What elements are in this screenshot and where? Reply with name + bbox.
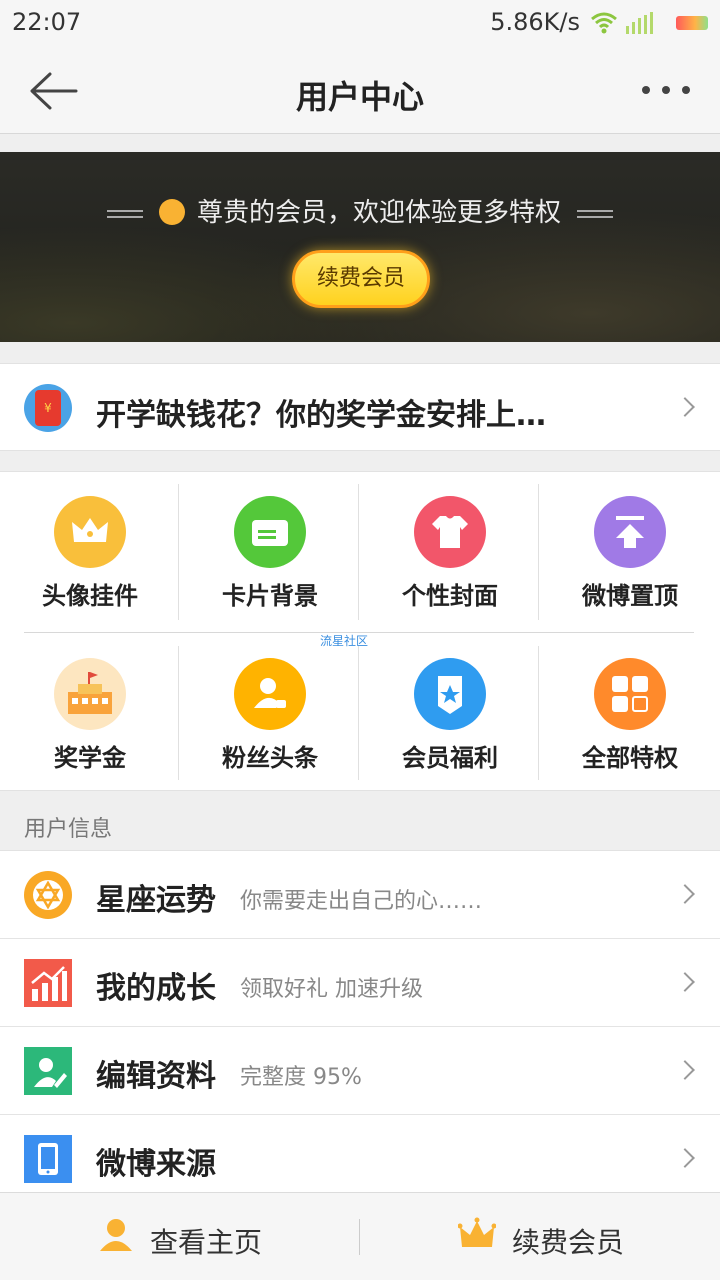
grid-divider [178,646,179,780]
list-item-title: 编辑资料 [96,1059,216,1094]
renew-vip-button[interactable]: 续费会员 [292,250,430,308]
chevron-right-icon [675,1148,695,1168]
grid-item-label: 奖学金 [54,744,126,772]
card-icon [234,496,306,568]
star-of-david-icon [24,871,72,919]
grid-item-all-privileges[interactable]: 全部特权 [540,634,720,784]
grid-item-label: 会员福利 [402,744,498,772]
watermark-text: 流星社区 [320,634,369,648]
bottom-bar: 查看主页 续费会员 [0,1192,720,1280]
pin-top-icon [594,496,666,568]
status-bar: 22:07 5.86K/s [0,0,720,48]
growth-chart-icon [24,959,72,1007]
grid-item-label: 卡片背景 [222,582,318,610]
renew-vip-label: 续费会员 [512,1226,625,1259]
phone-icon [24,1135,72,1183]
deco-lines-right [577,209,613,218]
grid-item-label: 头像挂件 [42,582,138,610]
more-options-icon[interactable] [642,78,690,102]
red-envelope-icon: ¥ [24,384,72,432]
privileges-grid: 头像挂件 卡片背景 个性封面 微博置顶 奖学金 粉丝头条 会员福利 全部特权 流… [0,471,720,791]
user-tag-icon [234,658,306,730]
grid-divider [538,484,539,620]
grid-item-weibo-pin[interactable]: 微博置顶 [540,472,720,622]
edit-profile-icon [24,1047,72,1095]
grid-item-label: 粉丝头条 [222,744,318,772]
tshirt-icon [414,496,486,568]
wifi-icon [591,12,617,34]
grid-divider [358,646,359,780]
promo-text: 开学缺钱花？你的奖学金安排上… [96,398,546,433]
crown-icon [158,198,185,225]
grid-divider [538,646,539,780]
grid-item-label: 微博置顶 [582,582,678,610]
grid-divider [178,484,179,620]
vip-banner: 尊贵的会员，欢迎体验更多特权 续费会员 [0,152,720,342]
status-time: 22:07 [12,8,82,36]
renew-vip-bottom-button[interactable]: 续费会员 [360,1193,720,1280]
list-item-subtitle: 完整度 95% [240,1065,362,1090]
chevron-right-icon [675,972,695,992]
grid-item-label: 个性封面 [402,582,498,610]
grid-item-avatar-pendant[interactable]: 头像挂件 [0,472,180,622]
list-item-horoscope[interactable]: 星座运势 你需要走出自己的心…… [0,851,720,939]
signal-icon [626,12,653,34]
list-item-title: 我的成长 [96,971,216,1006]
section-title-user-info: 用户信息 [24,817,113,842]
battery-icon [676,16,708,30]
net-speed: 5.86K/s [490,8,580,36]
grid-item-card-background[interactable]: 卡片背景 [180,472,360,622]
grid-divider [358,484,359,620]
deco-lines-left [106,209,143,218]
chevron-right-icon [675,397,695,417]
vip-welcome-text: 尊贵的会员，欢迎体验更多特权 [196,198,561,228]
list-item-weibo-source[interactable]: 微博来源 [0,1115,720,1203]
school-icon [54,658,126,730]
grid-item-fan-headline[interactable]: 粉丝头条 [180,634,360,784]
nav-bar: 用户中心 [0,48,720,134]
vip-welcome: 尊贵的会员，欢迎体验更多特权 [0,192,720,229]
chevron-right-icon [675,1060,695,1080]
view-homepage-button[interactable]: 查看主页 [0,1193,360,1280]
list-item-subtitle: 领取好礼 加速升级 [240,977,423,1002]
view-homepage-label: 查看主页 [150,1226,263,1259]
scholarship-promo[interactable]: ¥ 开学缺钱花？你的奖学金安排上… [0,363,720,451]
grid-apps-icon [594,658,666,730]
grid-item-custom-cover[interactable]: 个性封面 [360,472,540,622]
user-icon [100,1219,132,1251]
grid-item-scholarship[interactable]: 奖学金 [0,634,180,784]
list-item-my-growth[interactable]: 我的成长 领取好礼 加速升级 [0,939,720,1027]
list-item-edit-profile[interactable]: 编辑资料 完整度 95% [0,1027,720,1115]
user-info-list: 星座运势 你需要走出自己的心…… 我的成长 领取好礼 加速升级 编辑资料 完整度… [0,850,720,1203]
badge-star-icon [414,658,486,730]
list-item-title: 微博来源 [96,1147,216,1182]
grid-item-label: 全部特权 [582,744,678,772]
chevron-right-icon [675,884,695,904]
list-item-subtitle: 你需要走出自己的心…… [240,889,483,914]
list-item-title: 星座运势 [96,883,216,918]
crown-icon [54,496,126,568]
page-title: 用户中心 [295,78,424,116]
crown-icon [458,1217,496,1247]
grid-item-member-benefits[interactable]: 会员福利 [360,634,540,784]
